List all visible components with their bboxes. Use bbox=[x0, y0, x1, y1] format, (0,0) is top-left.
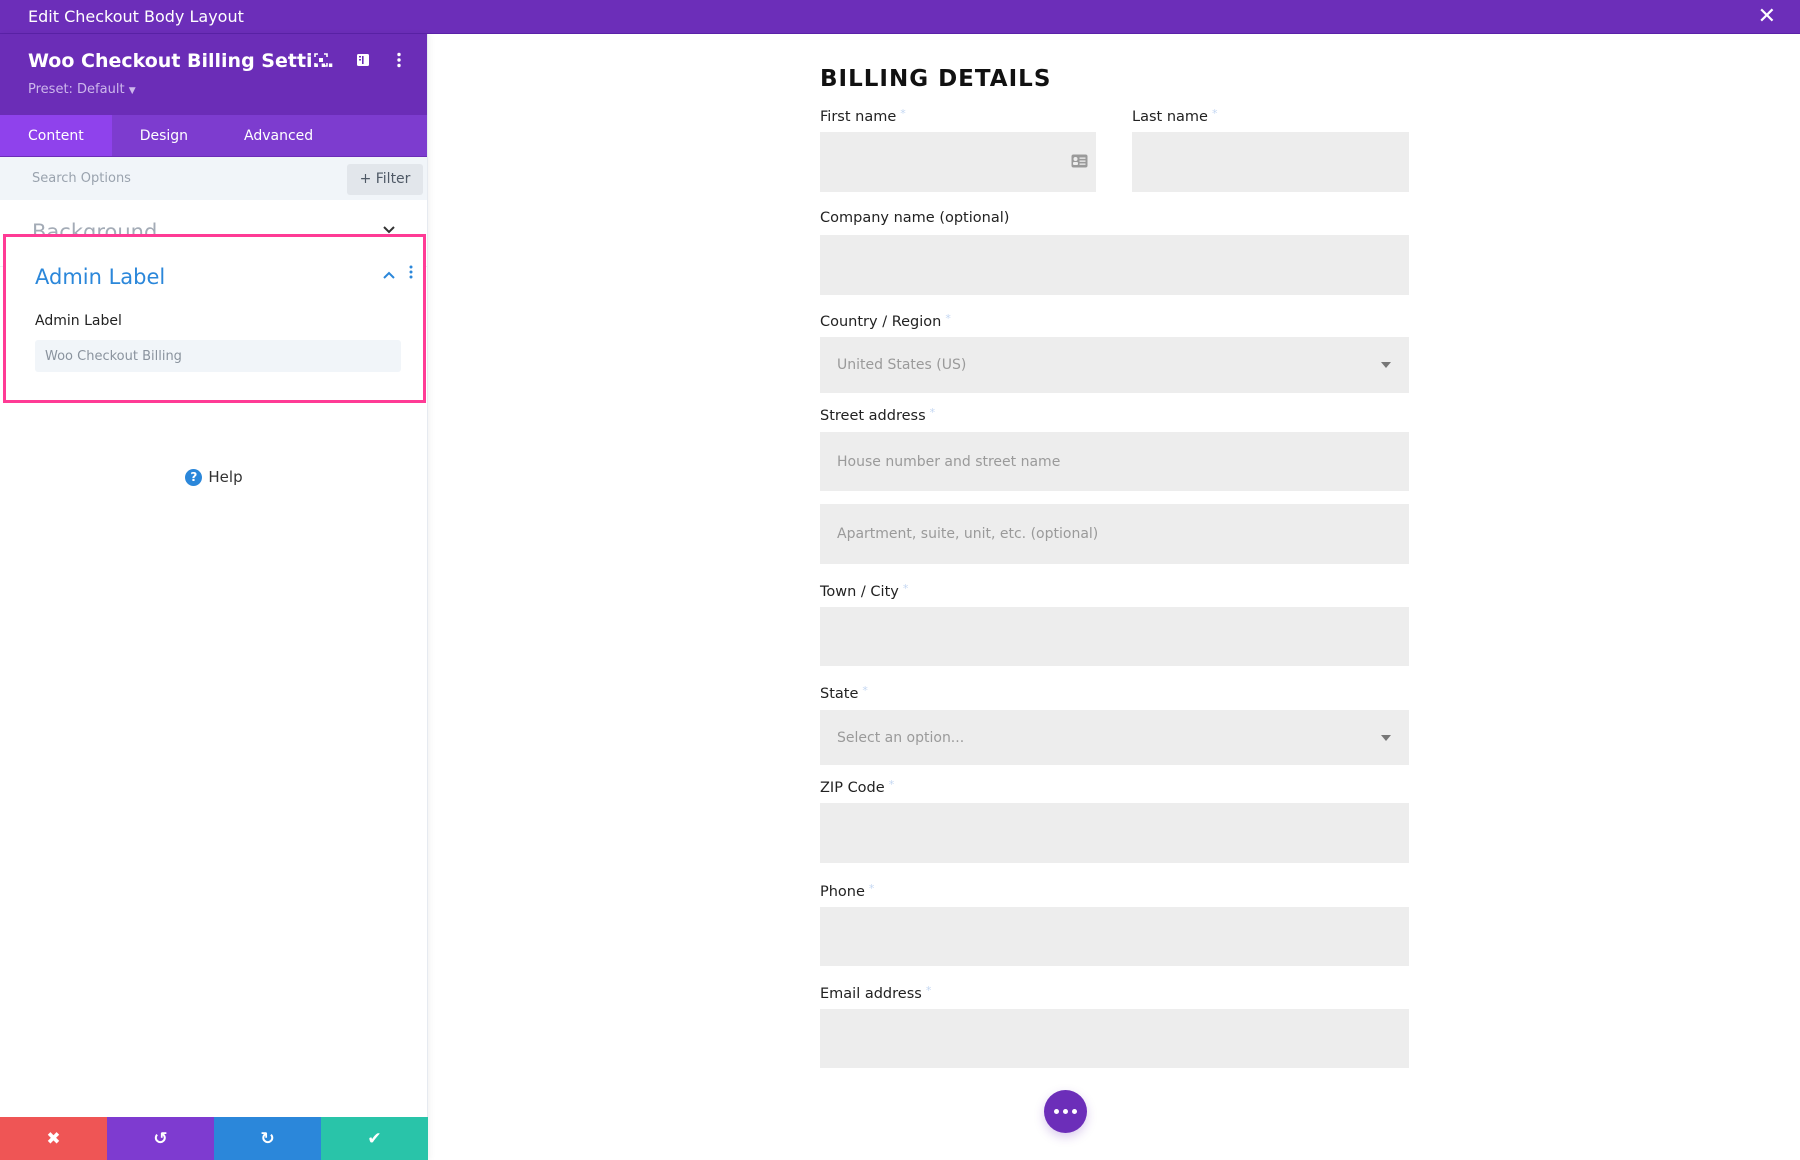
undo-button[interactable]: ↺ bbox=[107, 1117, 214, 1160]
state-label-text: State bbox=[820, 686, 859, 702]
split-view-icon[interactable] bbox=[353, 50, 373, 70]
dot-icon bbox=[1072, 1109, 1077, 1114]
check-icon: ✔ bbox=[367, 1128, 382, 1149]
redo-button[interactable]: ↻ bbox=[214, 1117, 321, 1160]
dropdown-arrow-icon bbox=[1381, 734, 1391, 741]
street-address-label-text: Street address bbox=[820, 408, 926, 424]
admin-label-toggle-title[interactable]: Admin Label bbox=[35, 265, 165, 289]
window-title: Edit Checkout Body Layout bbox=[28, 7, 244, 26]
required-mark: * bbox=[888, 778, 895, 791]
state-value: Select an option... bbox=[837, 729, 965, 746]
admin-label-input[interactable] bbox=[35, 340, 401, 372]
tab-design[interactable]: Design bbox=[112, 115, 216, 156]
first-name-input[interactable] bbox=[820, 132, 1096, 192]
country-value: United States (US) bbox=[837, 357, 967, 373]
country-label: Country / Region * bbox=[820, 312, 951, 330]
module-title: Woo Checkout Billing Setti... bbox=[28, 50, 335, 72]
street-address-input[interactable]: House number and street name bbox=[820, 432, 1409, 491]
required-mark: * bbox=[1211, 107, 1218, 120]
zip-label-text: ZIP Code bbox=[820, 780, 885, 796]
tab-content[interactable]: Content bbox=[0, 115, 112, 156]
zip-input[interactable] bbox=[820, 803, 1409, 863]
required-mark: * bbox=[868, 882, 875, 895]
city-label-text: Town / City bbox=[820, 584, 899, 600]
help-link[interactable]: ? Help bbox=[0, 468, 428, 486]
plus-icon: + bbox=[359, 171, 372, 187]
zip-label: ZIP Code * bbox=[820, 778, 894, 796]
phone-label: Phone * bbox=[820, 882, 874, 900]
required-mark: * bbox=[945, 312, 951, 325]
state-select[interactable]: Select an option... bbox=[820, 710, 1409, 765]
dot-icon bbox=[1054, 1109, 1059, 1114]
chevron-up-icon[interactable] bbox=[383, 267, 395, 283]
email-label-text: Email address bbox=[820, 986, 922, 1002]
country-label-text: Country / Region bbox=[820, 314, 942, 330]
help-icon: ? bbox=[185, 469, 203, 486]
admin-label-toggle: Admin Label Admin Label bbox=[3, 234, 426, 403]
more-vertical-icon[interactable] bbox=[389, 50, 409, 70]
section-menu-icon[interactable] bbox=[407, 265, 415, 279]
phone-input[interactable] bbox=[820, 907, 1409, 966]
filter-button[interactable]: + Filter bbox=[347, 164, 423, 195]
last-name-input[interactable] bbox=[1132, 132, 1409, 192]
required-mark: * bbox=[862, 684, 868, 697]
tab-advanced[interactable]: Advanced bbox=[216, 115, 341, 156]
focus-icon[interactable] bbox=[311, 50, 331, 70]
email-input[interactable] bbox=[820, 1009, 1409, 1068]
company-label: Company name (optional) bbox=[820, 210, 1010, 226]
preset-dropdown[interactable]: Preset: Default ▼ bbox=[28, 82, 136, 97]
street-address-2-placeholder: Apartment, suite, unit, etc. (optional) bbox=[837, 526, 1099, 542]
undo-icon: ↺ bbox=[153, 1128, 168, 1149]
last-name-label: Last name * bbox=[1132, 107, 1217, 125]
country-select[interactable]: United States (US) bbox=[820, 337, 1409, 393]
preset-label: Preset: Default bbox=[28, 82, 125, 97]
required-mark: * bbox=[900, 107, 906, 120]
street-address-2-input[interactable]: Apartment, suite, unit, etc. (optional) bbox=[820, 504, 1409, 564]
close-icon: ✖ bbox=[46, 1128, 61, 1149]
required-mark: * bbox=[902, 582, 909, 595]
more-options-button[interactable] bbox=[1044, 1090, 1087, 1133]
search-options-input[interactable]: Search Options bbox=[32, 157, 131, 200]
company-input[interactable] bbox=[820, 235, 1409, 295]
first-name-label-text: First name bbox=[820, 109, 897, 125]
city-input[interactable] bbox=[820, 607, 1409, 666]
close-icon[interactable]: ✕ bbox=[1758, 4, 1776, 29]
filter-label: Filter bbox=[375, 171, 411, 187]
dropdown-arrow-icon bbox=[1381, 362, 1391, 368]
save-button[interactable]: ✔ bbox=[321, 1117, 428, 1160]
street-address-label: Street address * bbox=[820, 406, 935, 424]
panel-footer: ✖ ↺ ↻ ✔ bbox=[0, 1117, 428, 1160]
city-label: Town / City * bbox=[820, 582, 908, 600]
contact-card-icon[interactable] bbox=[1071, 154, 1088, 172]
street-address-placeholder: House number and street name bbox=[837, 453, 1061, 470]
last-name-label-text: Last name bbox=[1132, 109, 1208, 125]
first-name-label: First name * bbox=[820, 107, 906, 125]
admin-label-field-label: Admin Label bbox=[35, 313, 122, 329]
dot-icon bbox=[1063, 1109, 1068, 1114]
discard-button[interactable]: ✖ bbox=[0, 1117, 107, 1160]
caret-down-icon: ▼ bbox=[128, 86, 136, 96]
required-mark: * bbox=[929, 406, 936, 419]
redo-icon: ↻ bbox=[260, 1128, 275, 1149]
state-label: State * bbox=[820, 684, 868, 702]
phone-label-text: Phone bbox=[820, 884, 865, 900]
top-bar: Edit Checkout Body Layout ✕ bbox=[0, 0, 1800, 34]
billing-details-heading: BILLING DETAILS bbox=[820, 66, 1052, 92]
help-label: Help bbox=[208, 468, 243, 486]
panel-header: Woo Checkout Billing Setti... Preset: De… bbox=[0, 34, 427, 115]
required-mark: * bbox=[925, 984, 932, 997]
search-row: Search Options + Filter bbox=[0, 157, 427, 200]
panel-tabs: Content Design Advanced bbox=[0, 115, 427, 157]
settings-panel: Woo Checkout Billing Setti... Preset: De… bbox=[0, 34, 428, 1160]
email-label: Email address * bbox=[820, 984, 931, 1002]
